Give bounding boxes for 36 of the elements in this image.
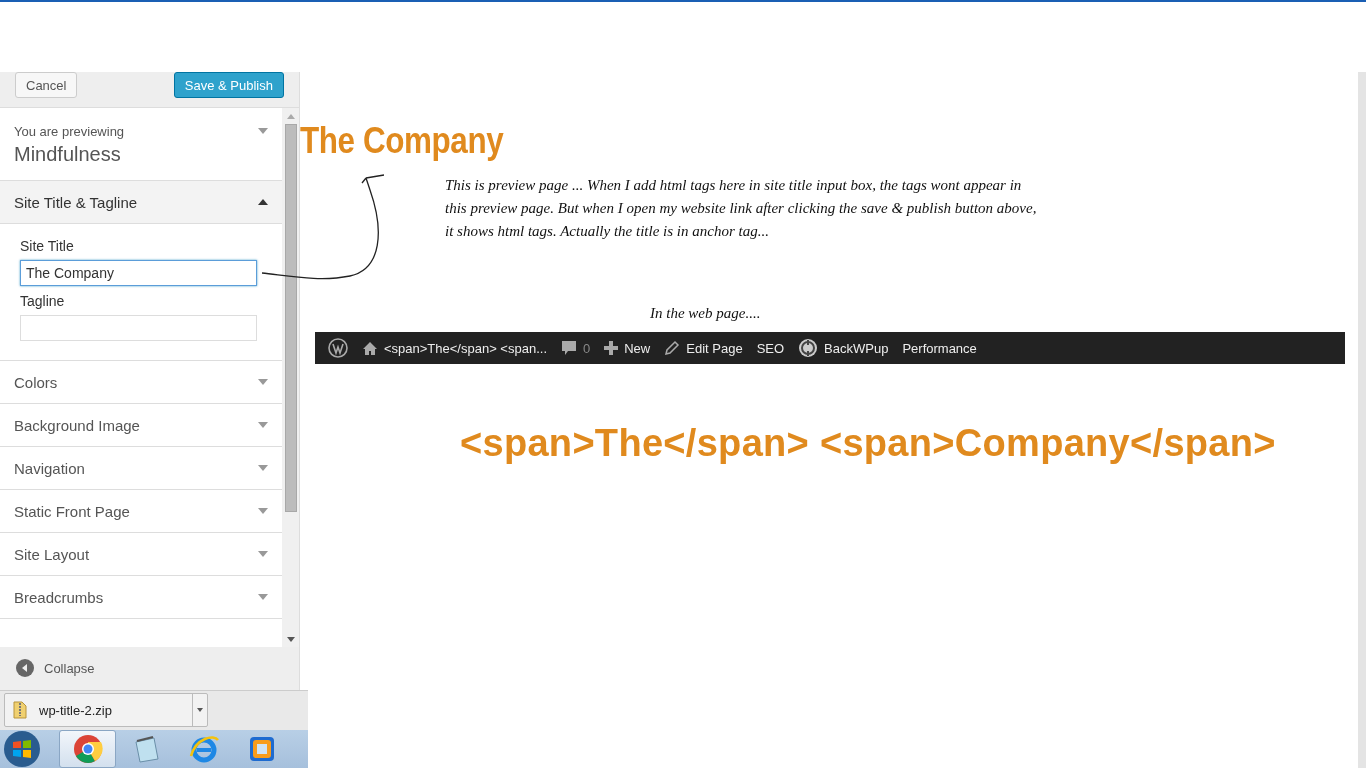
chrome-icon (72, 734, 103, 764)
zip-file-icon (13, 701, 27, 720)
annotation-text: This is preview page ... When I add html tags here in site title input box, the tags wont appear in this preview page. But when I open my website link after clicking the save & publish button above, it shows html tags. Actually the title is in anchor tag... (445, 176, 1037, 241)
field-label: Site Title (20, 238, 75, 254)
plus-icon[interactable] (604, 341, 619, 355)
admin-bar-link[interactable]: <span>The</span> <span... (384, 340, 547, 356)
collapse-icon[interactable] (16, 659, 34, 678)
wordpress-logo-icon[interactable] (328, 338, 348, 358)
taskbar-button[interactable] (59, 730, 116, 768)
live-site-title: <span>The</span> <span>Company</span> (460, 422, 1276, 465)
scroll-down-icon[interactable] (286, 636, 295, 642)
collapse-link[interactable]: Collapse (44, 660, 95, 676)
comment-count: 0 (583, 340, 591, 356)
site-title: The Company (300, 120, 504, 162)
text-field[interactable] (20, 315, 257, 341)
dropdown-caret-icon[interactable] (197, 708, 203, 713)
download-item[interactable]: wp-title-2.zip (4, 693, 208, 728)
pencil-icon[interactable] (664, 340, 681, 356)
comment-icon[interactable] (561, 340, 577, 356)
annotation-caption: In the web page.... (650, 305, 761, 322)
admin-bar-link[interactable]: New (624, 340, 651, 356)
admin-bar-link[interactable]: Edit Page (686, 340, 743, 356)
backup-logo-icon[interactable] (798, 338, 819, 358)
admin-bar-link[interactable]: Performance (902, 340, 977, 356)
browser-e-icon (187, 734, 220, 764)
theme-name: Mindfulness (14, 143, 122, 166)
section-header[interactable]: Site Title & Tagline (0, 181, 283, 224)
admin-bar-link[interactable]: SEO (756, 340, 785, 356)
text-field[interactable]: The Company (20, 260, 257, 286)
cancel-button[interactable]: Cancel (15, 72, 78, 98)
home-icon[interactable] (362, 340, 378, 356)
caret-icon[interactable] (258, 128, 269, 134)
start-button-icon[interactable] (2, 730, 42, 768)
previewing-caption: You are previewing (14, 124, 125, 139)
field-label: Tagline (20, 293, 66, 309)
admin-bar-link[interactable]: BackWPup (824, 340, 889, 356)
